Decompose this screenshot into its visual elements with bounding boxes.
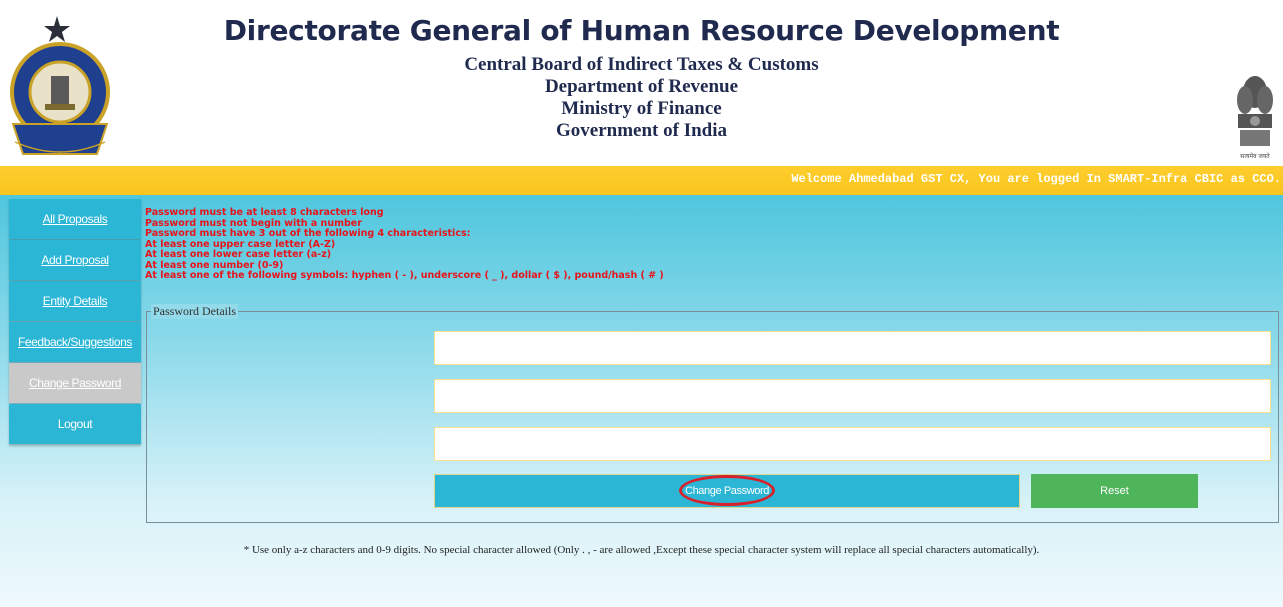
new-password-field[interactable] bbox=[434, 379, 1271, 413]
sidebar-item-logout[interactable]: Logout bbox=[9, 404, 141, 444]
sidebar-item-feedback[interactable]: Feedback/Suggestions bbox=[9, 322, 141, 362]
reset-button[interactable]: Reset bbox=[1031, 474, 1198, 508]
sidebar: All Proposals Add Proposal Entity Detail… bbox=[9, 199, 141, 445]
fieldset-legend: Password Details bbox=[151, 304, 238, 319]
footnote: * Use only a-z characters and 0-9 digits… bbox=[243, 544, 1040, 556]
emblem-caption: सत्यमेव जयते bbox=[1240, 152, 1270, 160]
sidebar-item-add-proposal[interactable]: Add Proposal bbox=[9, 240, 141, 280]
main-area: All Proposals Add Proposal Entity Detail… bbox=[0, 195, 1283, 607]
sidebar-item-all-proposals[interactable]: All Proposals bbox=[9, 199, 141, 239]
rule-line: At least one of the following symbols: h… bbox=[145, 270, 664, 281]
rule-line: Password must be at least 8 characters l… bbox=[145, 207, 384, 218]
org-line-government: Government of India bbox=[556, 120, 727, 141]
retype-password-field[interactable] bbox=[434, 427, 1271, 461]
org-line-department: Department of Revenue bbox=[544, 76, 739, 97]
change-password-label: Change Password bbox=[685, 485, 769, 497]
sidebar-item-entity-details[interactable]: Entity Details bbox=[9, 281, 141, 321]
org-line-cbic: Central Board of Indirect Taxes & Custom… bbox=[464, 54, 819, 75]
page-title: Directorate General of Human Resource De… bbox=[223, 14, 1060, 47]
password-details-fieldset: Password Details Old Password* : New Pas… bbox=[146, 304, 1279, 523]
change-password-button[interactable]: Change Password bbox=[434, 474, 1020, 508]
password-rules: Password must be at least 8 characters l… bbox=[145, 207, 664, 282]
old-password-field[interactable] bbox=[434, 331, 1271, 365]
national-emblem-icon: सत्यमेव जयते bbox=[1237, 76, 1273, 160]
rule-line: Password must have 3 out of the followin… bbox=[145, 228, 471, 239]
page-header: Directorate General of Human Resource De… bbox=[0, 0, 1283, 166]
welcome-message: Welcome Ahmedabad GST CX, You are logged… bbox=[791, 172, 1281, 186]
sidebar-item-change-password[interactable]: Change Password bbox=[9, 363, 141, 403]
welcome-bar: Welcome Ahmedabad GST CX, You are logged… bbox=[0, 166, 1283, 195]
rule-line: At least one lower case letter (a-z) bbox=[145, 249, 332, 260]
org-line-ministry: Ministry of Finance bbox=[561, 98, 722, 119]
